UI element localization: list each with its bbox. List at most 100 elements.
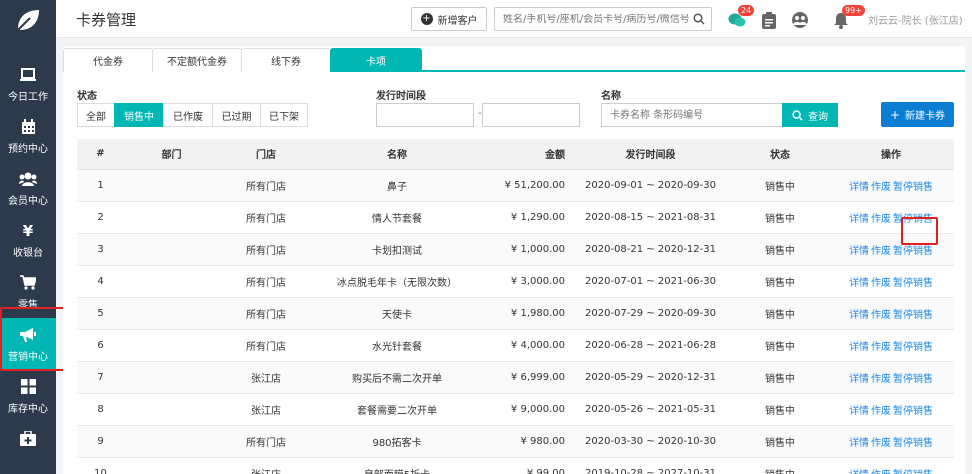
sidebar-item-cashier[interactable]: ¥ 收银台 [0,214,56,266]
sidebar-item-appointments[interactable]: 预约中心 [0,110,56,162]
tab-variable-voucher[interactable]: 不定额代金券 [152,48,242,72]
detail-link[interactable]: 详情 [849,470,869,474]
search-icon[interactable] [689,13,709,25]
status-all-button[interactable]: 全部 [77,103,115,127]
detail-link[interactable]: 详情 [849,182,869,193]
col-header-status: 状态 [732,139,828,170]
row-store: 所有门店 [219,265,313,298]
pause-sale-link[interactable]: 暂停销售 [893,406,933,417]
row-amount: ¥ 99.00 [481,457,569,474]
app-logo[interactable] [0,0,56,40]
detail-link[interactable]: 详情 [849,438,869,449]
staff-button[interactable] [790,10,810,30]
main-panel: 代金券 不定额代金券 线下券 卡项 状态 全部 销售中 已作废 已过期 已下架 … [63,46,965,474]
void-link[interactable]: 作废 [871,470,891,474]
sidebar-item-today-work[interactable]: 今日工作 [0,58,56,110]
row-index: 1 [77,169,124,202]
search-icon [792,109,803,121]
sidebar-item-members[interactable]: 会员中心 [0,162,56,214]
card-name-input[interactable] [601,103,783,127]
pause-sale-link[interactable]: 暂停销售 [893,438,933,449]
void-link[interactable]: 作废 [871,214,891,225]
pause-sale-link[interactable]: 暂停销售 [893,470,933,474]
void-link[interactable]: 作废 [871,246,891,257]
row-department [124,233,219,266]
sidebar-item-retail[interactable]: 零售 [0,266,56,318]
void-link[interactable]: 作废 [871,182,891,193]
notifications-button[interactable]: 99+ [831,5,865,30]
table-row: 4 所有门店 冰点脱毛年卡（无限次数） ¥ 3,000.00 2020-07-01 ~ … [77,265,954,298]
row-amount: ¥ 980.00 [481,425,569,458]
chat-button[interactable]: 24 [727,5,755,30]
sidebar-item-label: 会员中心 [8,195,48,207]
detail-link[interactable]: 详情 [849,374,869,385]
row-actions: 详情作废暂停销售 [828,201,954,234]
table-row: 9 所有门店 980拓客卡 ¥ 980.00 2020-03-30 ~ 2020-10-… [77,425,954,458]
detail-link[interactable]: 详情 [849,310,869,321]
status-filter-label: 状态 [77,91,97,102]
void-link[interactable]: 作废 [871,278,891,289]
row-amount: ¥ 3,000.00 [481,265,569,298]
status-on-sale-button[interactable]: 销售中 [114,103,164,127]
col-header-period: 发行时间段 [569,139,732,170]
pause-sale-link[interactable]: 暂停销售 [893,182,933,193]
period-start-input[interactable] [376,103,474,127]
status-voided-button[interactable]: 已作废 [163,103,213,127]
period-filter-label: 发行时间段 [376,91,426,102]
customer-search-input[interactable] [495,13,689,25]
tab-offline-coupon[interactable]: 线下券 [241,48,331,72]
query-button[interactable]: 查询 [782,103,838,127]
tab-cards[interactable]: 卡项 [330,48,422,72]
tasks-button[interactable] [759,10,779,30]
row-name: 皇部面膜5折卡 [313,457,481,474]
pause-sale-link[interactable]: 暂停销售 [893,310,933,321]
void-link[interactable]: 作废 [871,406,891,417]
tab-voucher[interactable]: 代金券 [63,48,153,72]
sidebar-item-marketing[interactable]: 营销中心 [0,318,56,370]
row-name: 水光针套餐 [313,329,481,362]
chat-badge: 24 [738,5,755,16]
period-end-input[interactable] [482,103,580,127]
detail-link[interactable]: 详情 [849,406,869,417]
detail-link[interactable]: 详情 [849,342,869,353]
status-expired-button[interactable]: 已过期 [212,103,261,127]
row-period: 2020-03-30 ~ 2020-10-30 [569,425,732,458]
new-card-button[interactable]: + 新建卡券 [881,102,954,127]
void-link[interactable]: 作废 [871,438,891,449]
user-name[interactable]: 刘云云-院长 (张江店) [868,12,963,27]
row-store: 张江店 [219,393,313,426]
detail-link[interactable]: 详情 [849,246,869,257]
void-link[interactable]: 作废 [871,374,891,385]
row-store: 张江店 [219,361,313,394]
void-link[interactable]: 作废 [871,310,891,321]
col-header-amount: 金额 [481,139,569,170]
new-customer-button[interactable]: + 新增客户 [411,7,487,31]
status-delisted-button[interactable]: 已下架 [260,103,308,127]
group-icon [792,12,808,28]
row-index: 3 [77,233,124,266]
pause-sale-link[interactable]: 暂停销售 [893,246,933,257]
row-actions: 详情作废暂停销售 [828,233,954,266]
row-name: 卡划扣测试 [313,233,481,266]
row-period: 2020-07-01 ~ 2021-06-30 [569,265,732,298]
row-period: 2020-05-29 ~ 2020-12-31 [569,361,732,394]
pause-sale-link[interactable]: 暂停销售 [893,278,933,289]
sidebar-item-inventory[interactable]: 库存中心 [0,370,56,422]
pause-sale-link[interactable]: 暂停销售 [893,214,933,225]
detail-link[interactable]: 详情 [849,214,869,225]
sidebar-item-label: 今日工作 [8,91,48,103]
sidebar-item-label: 预约中心 [8,143,48,155]
row-index: 5 [77,297,124,330]
col-header-store: 门店 [219,139,313,170]
megaphone-icon [19,326,37,344]
row-store: 所有门店 [219,169,313,202]
row-department [124,393,219,426]
row-status: 销售中 [732,425,828,458]
row-department [124,457,219,474]
pause-sale-link[interactable]: 暂停销售 [893,374,933,385]
pause-sale-link[interactable]: 暂停销售 [893,342,933,353]
row-status: 销售中 [732,233,828,266]
detail-link[interactable]: 详情 [849,278,869,289]
sidebar-item-medical[interactable] [0,422,56,458]
void-link[interactable]: 作废 [871,342,891,353]
